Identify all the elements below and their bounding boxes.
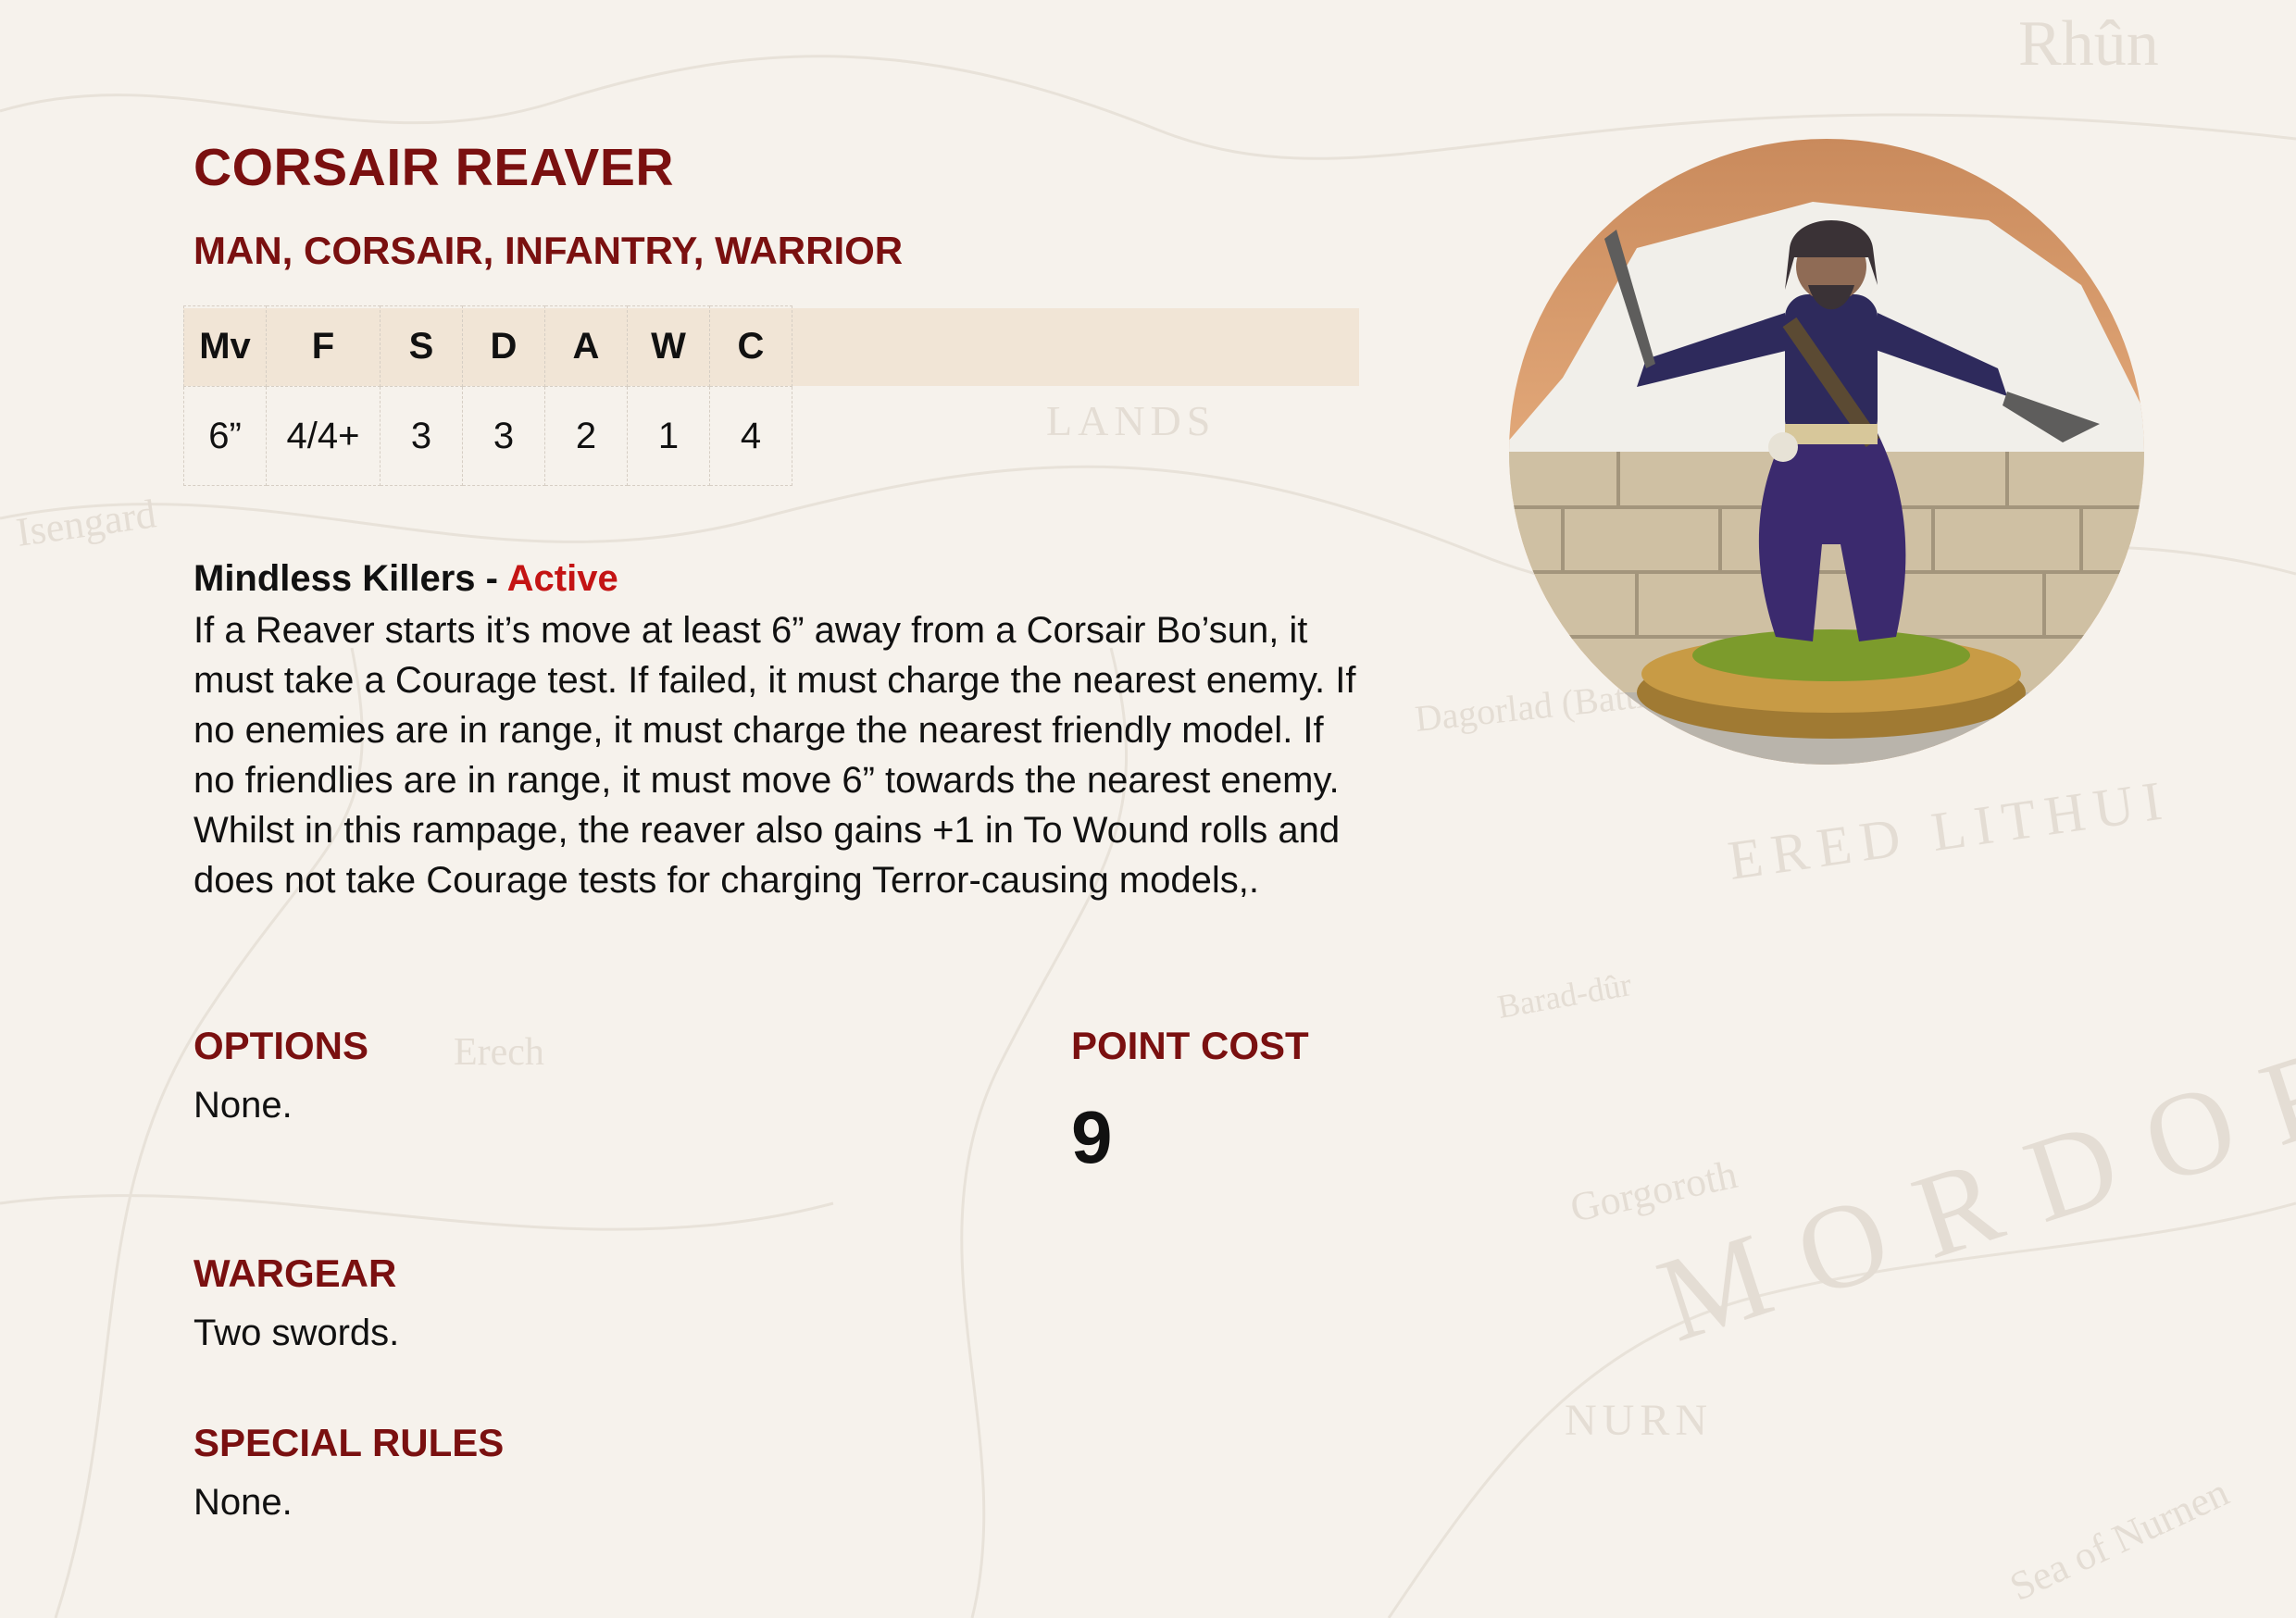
stat-header-f: F [266,305,381,387]
stat-value-w: 1 [627,386,710,486]
miniature-photo [1509,139,2144,765]
stat-header-a: A [544,305,628,387]
special-rules-heading: SPECIAL RULES [193,1421,505,1464]
unit-name: CORSAIR REAVER [193,138,674,197]
stat-header-w: W [627,305,710,387]
ability-type: Active [506,558,618,599]
stat-header-c: C [709,305,792,387]
point-cost-value: 9 [1071,1096,1113,1178]
options-value: None. [193,1085,293,1126]
ability-title: Mindless Killers - Active [193,558,618,600]
stat-header-row: Mv F S D A W C [183,305,792,387]
stat-value-s: 3 [380,386,463,486]
point-cost-heading: POINT COST [1071,1024,1309,1067]
stat-header-s: S [380,305,463,387]
ability-description: If a Reaver starts it’s move at least 6”… [193,610,1356,901]
stat-value-c: 4 [709,386,792,486]
stat-table: Mv F S D A W C 6” 4/4+ 3 3 2 1 4 [183,305,792,486]
stat-value-a: 2 [544,386,628,486]
special-rules-value: None. [193,1482,293,1523]
wargear-heading: WARGEAR [193,1251,397,1295]
ability-name: Mindless Killers [193,558,476,599]
unit-keywords: MAN, CORSAIR, INFANTRY, WARRIOR [193,229,904,272]
stat-header-d: D [462,305,545,387]
options-heading: OPTIONS [193,1024,369,1067]
profile-card: CORSAIR REAVER MAN, CORSAIR, INFANTRY, W… [0,0,2296,1618]
stat-value-mv: 6” [183,386,267,486]
stat-header-mv: Mv [183,305,267,387]
wargear-value: Two swords. [193,1313,400,1353]
ability-separator: - [475,558,507,599]
stat-value-row: 6” 4/4+ 3 3 2 1 4 [183,386,792,486]
stat-value-f: 4/4+ [266,386,381,486]
stat-value-d: 3 [462,386,545,486]
